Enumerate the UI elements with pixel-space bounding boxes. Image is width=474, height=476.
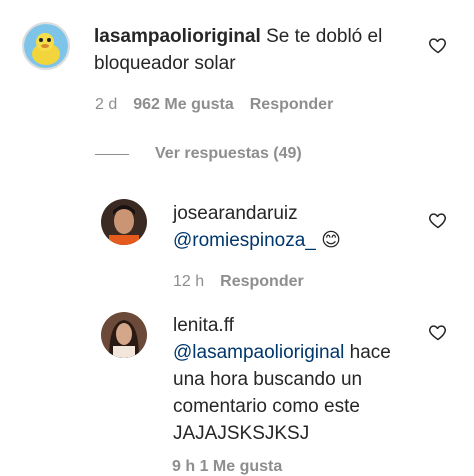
reply-button[interactable]: Responder — [250, 96, 334, 114]
reply-text: hace — [349, 342, 391, 363]
heart-icon[interactable] — [428, 210, 448, 230]
divider-line — [95, 153, 129, 155]
view-replies-button[interactable]: Ver respuestas (49) — [95, 145, 302, 163]
reply-username[interactable]: josearandaruiz — [173, 200, 413, 227]
avatar[interactable] — [22, 22, 70, 70]
avatar-image — [24, 24, 68, 68]
avatar-image — [101, 312, 147, 358]
reply-username[interactable]: lenita.ff — [173, 312, 413, 339]
reply-body: lenita.ff @lasampaolioriginal hace una h… — [173, 312, 413, 447]
mention-link[interactable]: @romiespinoza_ — [173, 230, 316, 251]
reply-text: una hora buscando un — [173, 369, 363, 390]
reply-button[interactable]: Responder — [220, 273, 304, 291]
comment-time: 2 d — [95, 96, 118, 113]
emoji: 😊 — [321, 230, 341, 251]
comment-username[interactable]: lasampaolioriginal — [94, 26, 261, 47]
comment-body: lasampaolioriginal Se te dobló el bloque… — [94, 23, 424, 77]
comment-meta: 2 d 962 Me gusta Responder — [95, 96, 333, 114]
reply-meta: 12 h Responder — [173, 273, 304, 291]
avatar[interactable] — [101, 312, 147, 358]
avatar-image — [101, 199, 147, 245]
likes-count[interactable]: 962 Me gusta — [133, 96, 233, 114]
reply-text: comentario como este — [173, 396, 360, 417]
heart-icon[interactable] — [428, 35, 448, 55]
reply-time: 12 h — [173, 273, 205, 290]
avatar[interactable] — [101, 199, 147, 245]
reply-meta-partial: 9 h 1 Me gusta — [172, 458, 283, 475]
reply-body: josearandaruiz @romiespinoza_ 😊 — [173, 200, 413, 254]
mention-link[interactable]: @lasampaolioriginal — [173, 342, 344, 363]
reply-text: JAJAJSKSJKSJ — [173, 423, 310, 444]
heart-icon[interactable] — [428, 322, 448, 342]
view-replies-label[interactable]: Ver respuestas (49) — [155, 145, 302, 163]
